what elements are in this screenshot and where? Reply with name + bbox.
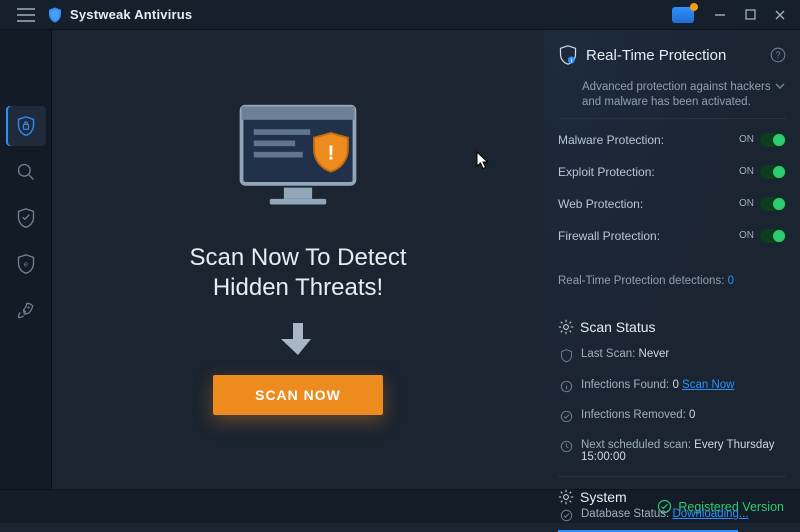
db-status-value[interactable]: Downloading... [672,508,748,520]
sidebar-item-boost[interactable] [6,290,46,330]
next-scan-row: Next scheduled scan: Every Thursday 15:0… [558,436,786,466]
toggle-state: ON [739,230,754,241]
infections-found-row: Infections Found: 0 Scan Now [558,376,786,396]
rtp-header: i Real-Time Protection ? [558,44,786,66]
center-pane: ! Scan Now To Detect Hidden Threats! SCA… [52,30,544,489]
sidebar-item-quarantine[interactable]: e [6,244,46,284]
menu-button[interactable] [6,8,46,22]
svg-text:!: ! [327,141,334,164]
notice-text: Advanced protection against hackers and … [582,81,771,108]
toggle-label: Exploit Protection: [558,165,655,179]
help-button[interactable]: ? [770,47,786,63]
hamburger-icon [17,8,35,22]
minimize-button[interactable] [706,5,734,25]
infections-removed-label: Infections Removed: [581,409,686,421]
db-status-label: Database Status: [581,508,669,520]
maximize-button[interactable] [736,5,764,25]
monitor-illustration: ! [218,105,378,225]
window-controls [672,5,794,25]
chevron-down-icon [774,80,786,92]
svg-text:?: ? [776,50,781,60]
activation-notice[interactable]: Advanced protection against hackers and … [558,76,786,119]
toggle-state: ON [739,166,754,177]
headline: Scan Now To Detect Hidden Threats! [168,243,428,303]
switch-malware[interactable] [760,133,786,147]
rocket-icon [16,300,36,320]
right-panel: i Real-Time Protection ? Advanced protec… [544,30,800,489]
infections-removed-value: 0 [689,409,695,421]
toggle-label: Firewall Protection: [558,229,660,243]
toggle-malware: Malware Protection: ON [558,129,786,151]
system-title: System [580,489,627,505]
shield-e-icon: e [16,253,36,275]
scan-status-header: Scan Status [558,319,786,335]
db-status-row: Database Status: Downloading... [558,505,786,532]
shield-lock-icon [16,115,36,137]
switch-exploit[interactable] [760,165,786,179]
clock-small-icon [560,440,573,453]
infections-removed-row: Infections Removed: 0 [558,406,786,426]
next-scan-label: Next scheduled scan: [581,439,691,451]
last-scan-row: Last Scan: Never [558,345,786,366]
toggle-state: ON [739,134,754,145]
last-scan-value: Never [639,348,670,360]
gear-icon [558,319,574,335]
svg-text:e: e [23,260,27,269]
scan-now-button[interactable]: SCAN NOW [213,375,383,415]
detections-label: Real-Time Protection detections: [558,275,724,287]
shield-info-icon: i [558,44,578,66]
toggle-label: Malware Protection: [558,133,664,147]
toggle-state: ON [739,198,754,209]
switch-firewall[interactable] [760,229,786,243]
sidebar-item-home[interactable] [6,106,46,146]
check-small-icon [560,410,573,423]
titlebar: Systweak Antivirus [0,0,800,30]
detections-count: 0 [728,275,734,287]
gear-icon [558,489,574,505]
sidebar-item-scan[interactable] [6,152,46,192]
sidebar: e [0,30,52,489]
infections-found-label: Infections Found: [581,379,669,391]
sidebar-item-protection[interactable] [6,198,46,238]
check-small-icon [560,509,573,522]
toggle-firewall: Firewall Protection: ON [558,225,786,247]
infections-found-value: 0 [672,379,678,391]
shield-check-icon [16,207,36,229]
search-icon [16,162,36,182]
scan-status-title: Scan Status [580,319,656,335]
toggle-label: Web Protection: [558,197,643,211]
main: ! Scan Now To Detect Hidden Threats! SCA… [52,30,800,489]
close-button[interactable] [766,5,794,25]
arrow-down-icon [281,321,315,357]
last-scan-label: Last Scan: [581,348,635,360]
switch-web[interactable] [760,197,786,211]
rtp-detections: Real-Time Protection detections: 0 [558,271,786,291]
toggle-web: Web Protection: ON [558,193,786,215]
scan-now-link[interactable]: Scan Now [682,379,734,391]
info-small-icon [560,380,573,393]
app-title: Systweak Antivirus [70,7,192,22]
shield-small-icon [560,349,573,363]
toggle-exploit: Exploit Protection: ON [558,161,786,183]
question-icon: ? [770,47,786,63]
app-logo-icon [46,6,64,24]
credit-card-icon[interactable] [672,7,694,23]
app-body: e ! [0,30,800,489]
rtp-title: Real-Time Protection [586,47,726,64]
